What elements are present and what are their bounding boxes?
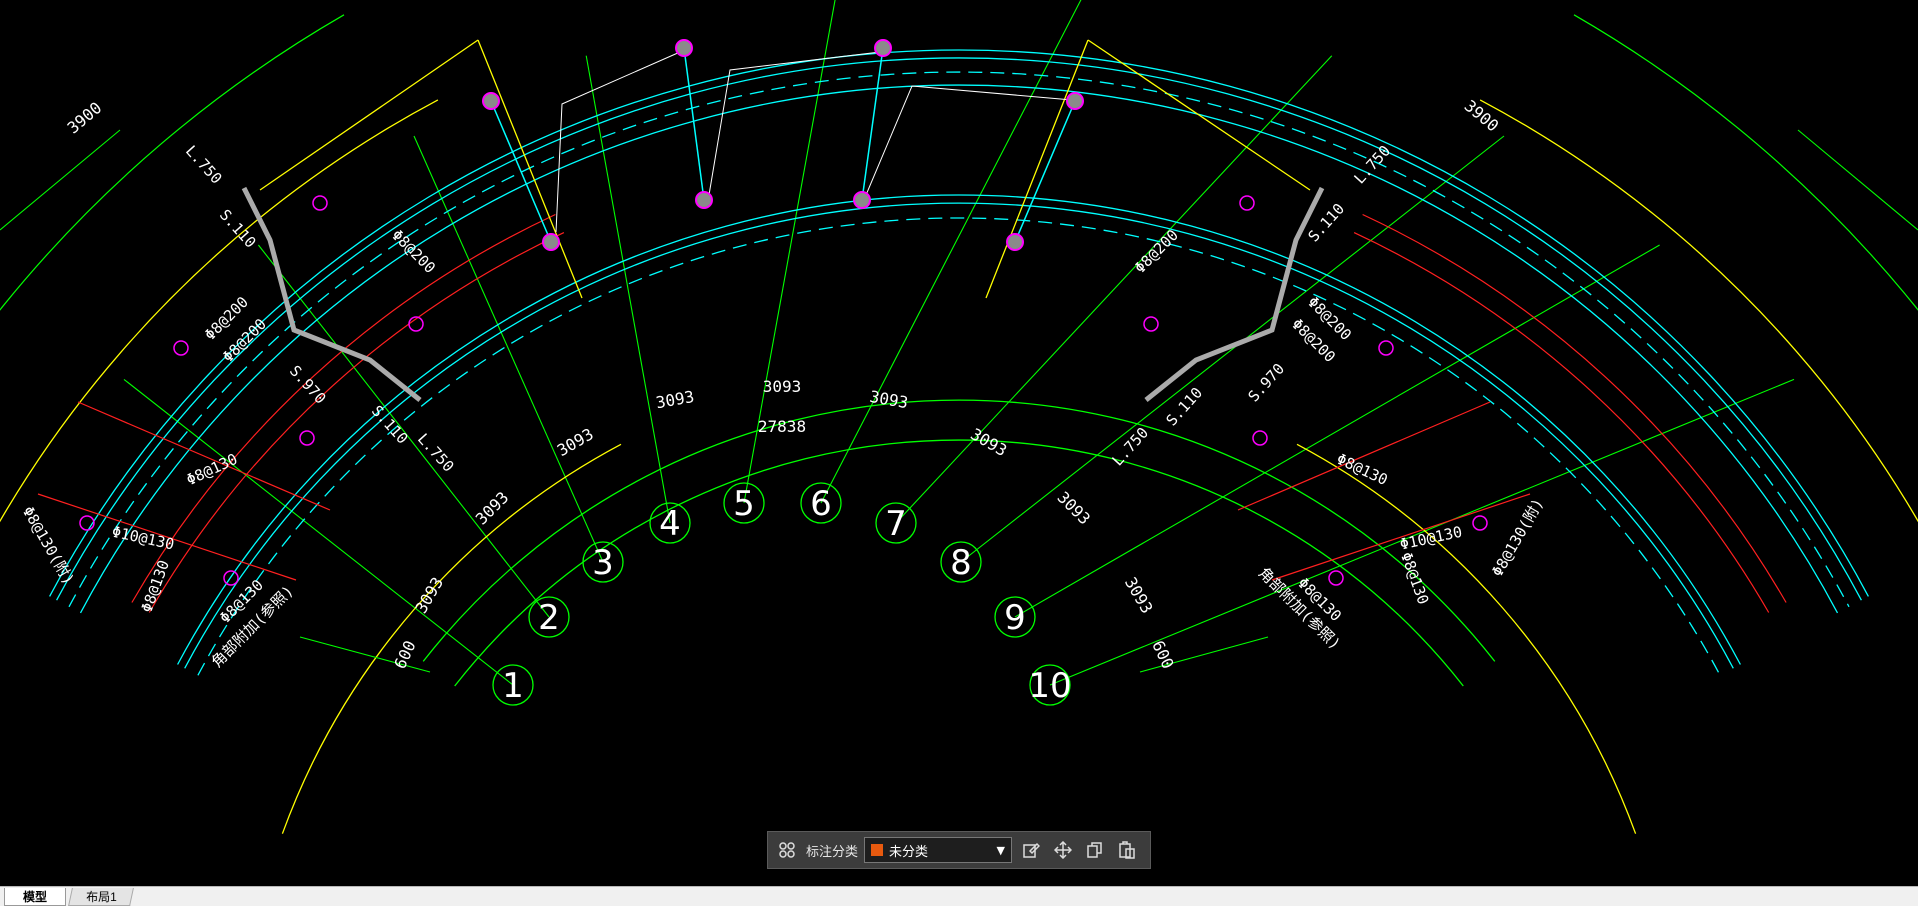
- rebar-text: Φ8@130: [138, 558, 173, 615]
- rebar-text: Φ8@130(附): [1488, 495, 1547, 580]
- rebar-line: [1237, 401, 1491, 511]
- category-label: 标注分类: [806, 843, 859, 859]
- dim-segment-text: 3093: [868, 387, 909, 412]
- rebar-text: Φ8@130: [1397, 550, 1432, 607]
- column-marker: [1252, 430, 1268, 446]
- column-marker: [173, 340, 189, 356]
- column-marker: [1066, 92, 1084, 110]
- elevation-text: L.750: [1350, 142, 1394, 188]
- dim-radial-text: 3900: [64, 98, 106, 137]
- category-value: 未分类: [889, 843, 929, 859]
- dim-segment-text: 3093: [654, 387, 695, 412]
- dim-segment-text: 3093: [1121, 574, 1157, 617]
- elevation-text: S.970: [286, 362, 330, 408]
- dim-edge-text: 600: [390, 638, 419, 672]
- dimension-line: [0, 129, 121, 231]
- leader-line: [865, 85, 1073, 196]
- copy-icon[interactable]: [1082, 837, 1108, 863]
- elevation-text: S.110: [368, 402, 412, 448]
- beam-line: [1014, 100, 1076, 243]
- column-marker: [1378, 340, 1394, 356]
- dimension-arc: [1573, 14, 1918, 311]
- axis-label-text: 6: [810, 484, 832, 524]
- layout-tab-bar: 模型 布局1: [0, 886, 1918, 906]
- rebar-line: [77, 401, 331, 511]
- elevation-text: L.750: [182, 142, 226, 188]
- column-marker: [542, 233, 560, 251]
- column-marker: [1328, 570, 1344, 586]
- beam-arc: [68, 71, 1850, 608]
- axis-label-text: 3: [592, 543, 614, 583]
- column-marker: [1143, 316, 1159, 332]
- column-marker: [312, 195, 328, 211]
- paste-icon[interactable]: [1114, 837, 1140, 863]
- axis-line: [123, 378, 514, 686]
- axis-label-text: 5: [733, 484, 755, 524]
- dim-segment-text: 3093: [763, 377, 802, 396]
- column-marker: [299, 430, 315, 446]
- beam-arc: [56, 57, 1862, 601]
- tab-layout1-label: 布局1: [85, 890, 117, 904]
- beam-arc: [177, 194, 1741, 665]
- dim-segment-text: 3093: [967, 424, 1010, 460]
- category-color-swatch: [871, 844, 884, 856]
- axis-line: [585, 55, 671, 524]
- outline-line: [985, 39, 1089, 299]
- axis-label-text: 1: [502, 666, 524, 706]
- axis-label-text: 9: [1004, 598, 1026, 638]
- dim-total-text: 27838: [758, 417, 806, 436]
- dim-radial-text: 3900: [1461, 96, 1503, 135]
- category-select[interactable]: 未分类 ▼: [864, 837, 1013, 863]
- beam-line: [861, 47, 884, 201]
- beam-line: [683, 47, 705, 201]
- column-marker: [1239, 195, 1255, 211]
- chevron-down-icon: ▼: [996, 843, 1006, 857]
- tab-layout1[interactable]: 布局1: [68, 888, 134, 906]
- rebar-text: Φ10@130: [110, 523, 176, 554]
- elevation-text: L.750: [1108, 424, 1152, 470]
- column-marker: [223, 570, 239, 586]
- rebar-text: Φ8@130(附): [19, 503, 78, 588]
- beam-line: [490, 100, 552, 243]
- column-marker: [853, 191, 871, 209]
- dim-segment-text: 3093: [1054, 488, 1095, 529]
- dim-edge-text: 600: [1148, 638, 1177, 672]
- grid-icon[interactable]: [774, 837, 800, 863]
- rebar-text: Φ8@200: [388, 226, 439, 277]
- tab-model[interactable]: 模型: [4, 888, 66, 906]
- axis-label-text: 4: [659, 504, 681, 544]
- elevation-text: S.110: [216, 206, 260, 252]
- cad-drawing-canvas[interactable]: 123 4 5 6 7 8910 3093 27838 3093 3093 3093 3093 309…: [0, 0, 1918, 886]
- axis-line: [1014, 244, 1660, 618]
- outline-line: [477, 39, 583, 299]
- stair-run: [1144, 186, 1325, 402]
- leader-line: [708, 51, 881, 196]
- column-marker: [874, 39, 892, 57]
- outline-arc: [1296, 443, 1637, 834]
- rebar-text: Φ8@130: [184, 450, 241, 489]
- column-marker: [1006, 233, 1024, 251]
- outline-arc: [281, 443, 622, 834]
- beam-arc: [49, 49, 1869, 597]
- axis-label-text: 8: [950, 543, 972, 583]
- rebar-text: Φ8@200: [1131, 226, 1182, 277]
- edit-icon[interactable]: [1018, 837, 1044, 863]
- leader-line: [555, 51, 681, 233]
- outline-line: [259, 39, 479, 191]
- dim-segment-text: 3093: [472, 488, 513, 529]
- axis-label-text: 2: [538, 598, 560, 638]
- annotation-toolbar: 标注分类 未分类 ▼: [767, 831, 1151, 869]
- axis-label-text: 10: [1028, 666, 1071, 706]
- move-icon[interactable]: [1050, 837, 1076, 863]
- dim-segment-text: 3093: [554, 424, 597, 460]
- column-marker: [1472, 515, 1488, 531]
- dim-segment-text: 3093: [411, 574, 447, 617]
- elevation-text: S.110: [1162, 384, 1206, 430]
- column-marker: [482, 92, 500, 110]
- dimension-line: [1797, 129, 1918, 231]
- column-marker: [675, 39, 693, 57]
- elevation-text: S.970: [1244, 360, 1288, 406]
- axis-label-text: 7: [885, 504, 907, 544]
- column-marker: [695, 191, 713, 209]
